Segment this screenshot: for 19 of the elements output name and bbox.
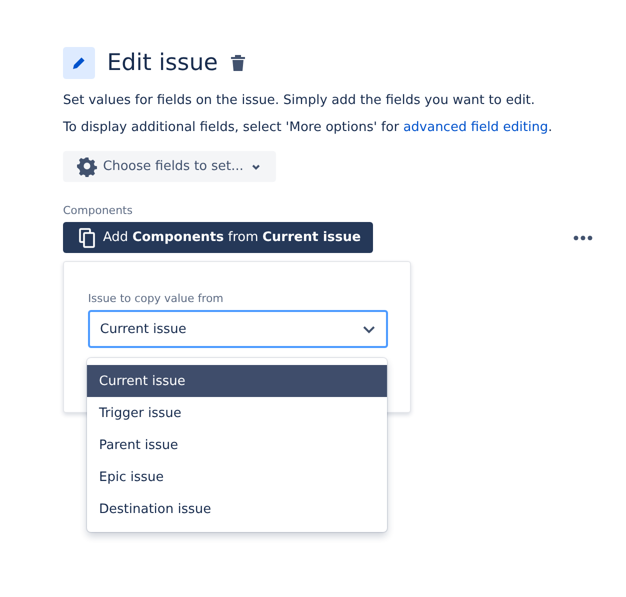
page-title: Edit issue <box>107 50 218 76</box>
dropdown-option[interactable]: Epic issue <box>87 461 387 493</box>
field-label: Components <box>63 204 133 217</box>
copy-icon <box>79 228 95 248</box>
hint-text: To display additional fields, select 'More options' for advanced field editing. <box>63 120 552 135</box>
copy-value-button[interactable]: Add Components from Current issue <box>63 222 373 253</box>
pencil-icon <box>63 47 95 79</box>
advanced-editing-link[interactable]: advanced field editing <box>403 120 548 135</box>
dropdown-option[interactable]: Current issue <box>87 365 387 397</box>
dropdown-option[interactable]: Parent issue <box>87 429 387 461</box>
select-label: Issue to copy value from <box>88 292 224 305</box>
issue-select[interactable]: Current issue <box>88 310 388 348</box>
dropdown-option[interactable]: Destination issue <box>87 493 387 525</box>
more-icon[interactable] <box>573 234 593 240</box>
choose-fields-button[interactable]: Choose fields to set... <box>63 151 276 182</box>
dropdown-option[interactable]: Trigger issue <box>87 397 387 429</box>
gear-icon <box>77 156 97 176</box>
description-text: Set values for fields on the issue. Simply add the fields you want to edit. <box>63 93 535 108</box>
delete-icon[interactable] <box>230 54 246 72</box>
